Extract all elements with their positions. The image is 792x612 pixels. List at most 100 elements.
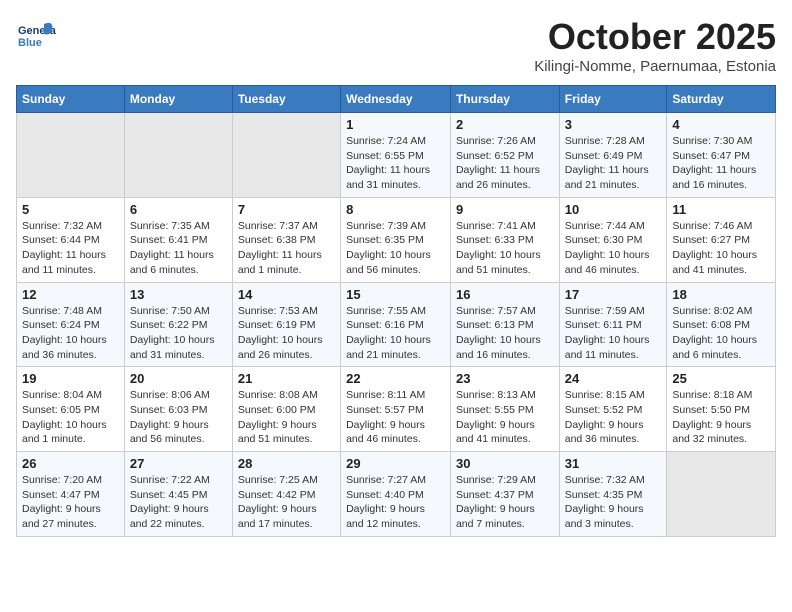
calendar-cell [667, 452, 776, 537]
day-info: Sunrise: 7:26 AM Sunset: 6:52 PM Dayligh… [456, 134, 554, 193]
weekday-header-sunday: Sunday [17, 86, 125, 113]
location-subtitle: Kilingi-Nomme, Paernumaa, Estonia [534, 58, 776, 75]
day-number: 30 [456, 456, 554, 471]
day-info: Sunrise: 8:04 AM Sunset: 6:05 PM Dayligh… [22, 388, 119, 447]
calendar-cell: 8 Sunrise: 7:39 AM Sunset: 6:35 PM Daylig… [341, 197, 451, 282]
day-info: Sunrise: 8:02 AM Sunset: 6:08 PM Dayligh… [672, 304, 770, 363]
day-info: Sunrise: 8:08 AM Sunset: 6:00 PM Dayligh… [238, 388, 335, 447]
weekday-header-wednesday: Wednesday [341, 86, 451, 113]
calendar-cell: 15 Sunrise: 7:55 AM Sunset: 6:16 PM Dayli… [341, 282, 451, 367]
calendar-cell [124, 113, 232, 198]
calendar-cell: 4 Sunrise: 7:30 AM Sunset: 6:47 PM Daylig… [667, 113, 776, 198]
day-number: 22 [346, 371, 445, 386]
calendar-cell: 7 Sunrise: 7:37 AM Sunset: 6:38 PM Daylig… [232, 197, 340, 282]
calendar-cell: 25 Sunrise: 8:18 AM Sunset: 5:50 PM Dayli… [667, 367, 776, 452]
day-number: 18 [672, 287, 770, 302]
day-info: Sunrise: 7:27 AM Sunset: 4:40 PM Dayligh… [346, 473, 445, 532]
day-info: Sunrise: 8:11 AM Sunset: 5:57 PM Dayligh… [346, 388, 445, 447]
title-area: October 2025 Kilingi-Nomme, Paernumaa, E… [534, 16, 776, 75]
weekday-header-saturday: Saturday [667, 86, 776, 113]
day-info: Sunrise: 8:18 AM Sunset: 5:50 PM Dayligh… [672, 388, 770, 447]
day-info: Sunrise: 7:41 AM Sunset: 6:33 PM Dayligh… [456, 219, 554, 278]
calendar-cell: 16 Sunrise: 7:57 AM Sunset: 6:13 PM Dayli… [450, 282, 559, 367]
calendar-cell: 6 Sunrise: 7:35 AM Sunset: 6:41 PM Daylig… [124, 197, 232, 282]
day-info: Sunrise: 7:28 AM Sunset: 6:49 PM Dayligh… [565, 134, 662, 193]
day-number: 21 [238, 371, 335, 386]
calendar-cell: 29 Sunrise: 7:27 AM Sunset: 4:40 PM Dayli… [341, 452, 451, 537]
day-number: 31 [565, 456, 662, 471]
day-info: Sunrise: 7:53 AM Sunset: 6:19 PM Dayligh… [238, 304, 335, 363]
day-number: 19 [22, 371, 119, 386]
calendar-cell: 31 Sunrise: 7:32 AM Sunset: 4:35 PM Dayli… [559, 452, 667, 537]
calendar-cell: 24Sunrise: 8:15 AM Sunset: 5:52 PM Dayli… [559, 367, 667, 452]
day-number: 13 [130, 287, 227, 302]
day-number: 25 [672, 371, 770, 386]
day-info: Sunrise: 7:57 AM Sunset: 6:13 PM Dayligh… [456, 304, 554, 363]
day-info: Sunrise: 7:25 AM Sunset: 4:42 PM Dayligh… [238, 473, 335, 532]
calendar-cell: 26 Sunrise: 7:20 AM Sunset: 4:47 PM Dayli… [17, 452, 125, 537]
calendar-cell [17, 113, 125, 198]
day-number: 16 [456, 287, 554, 302]
day-info: Sunrise: 7:20 AM Sunset: 4:47 PM Dayligh… [22, 473, 119, 532]
day-info: Sunrise: 7:50 AM Sunset: 6:22 PM Dayligh… [130, 304, 227, 363]
day-info: Sunrise: 7:44 AM Sunset: 6:30 PM Dayligh… [565, 219, 662, 278]
day-info: Sunrise: 7:22 AM Sunset: 4:45 PM Dayligh… [130, 473, 227, 532]
day-number: 10 [565, 202, 662, 217]
calendar-cell: 13 Sunrise: 7:50 AM Sunset: 6:22 PM Dayli… [124, 282, 232, 367]
day-number: 17 [565, 287, 662, 302]
calendar-cell [232, 113, 340, 198]
day-info: Sunrise: 7:24 AM Sunset: 6:55 PM Dayligh… [346, 134, 445, 193]
day-number: 15 [346, 287, 445, 302]
day-info: Sunrise: 8:06 AM Sunset: 6:03 PM Dayligh… [130, 388, 227, 447]
day-info: Sunrise: 7:30 AM Sunset: 6:47 PM Dayligh… [672, 134, 770, 193]
day-number: 20 [130, 371, 227, 386]
day-info: Sunrise: 7:29 AM Sunset: 4:37 PM Dayligh… [456, 473, 554, 532]
day-info: Sunrise: 7:35 AM Sunset: 6:41 PM Dayligh… [130, 219, 227, 278]
day-number: 3 [565, 117, 662, 132]
day-number: 28 [238, 456, 335, 471]
day-number: 12 [22, 287, 119, 302]
calendar-cell: 1Sunrise: 7:24 AM Sunset: 6:55 PM Daylig… [341, 113, 451, 198]
calendar-cell: 2Sunrise: 7:26 AM Sunset: 6:52 PM Daylig… [450, 113, 559, 198]
day-number: 29 [346, 456, 445, 471]
day-info: Sunrise: 7:37 AM Sunset: 6:38 PM Dayligh… [238, 219, 335, 278]
day-info: Sunrise: 7:55 AM Sunset: 6:16 PM Dayligh… [346, 304, 445, 363]
weekday-header-friday: Friday [559, 86, 667, 113]
calendar-cell: 18 Sunrise: 8:02 AM Sunset: 6:08 PM Dayli… [667, 282, 776, 367]
month-title: October 2025 [534, 16, 776, 58]
calendar-cell: 14 Sunrise: 7:53 AM Sunset: 6:19 PM Dayli… [232, 282, 340, 367]
day-number: 6 [130, 202, 227, 217]
day-info: Sunrise: 7:39 AM Sunset: 6:35 PM Dayligh… [346, 219, 445, 278]
calendar-cell: 3 Sunrise: 7:28 AM Sunset: 6:49 PM Daylig… [559, 113, 667, 198]
day-number: 26 [22, 456, 119, 471]
calendar-cell: 9 Sunrise: 7:41 AM Sunset: 6:33 PM Daylig… [450, 197, 559, 282]
calendar-cell: 17Sunrise: 7:59 AM Sunset: 6:11 PM Dayli… [559, 282, 667, 367]
calendar-cell: 30 Sunrise: 7:29 AM Sunset: 4:37 PM Dayli… [450, 452, 559, 537]
day-number: 23 [456, 371, 554, 386]
calendar-cell: 23Sunrise: 8:13 AM Sunset: 5:55 PM Dayli… [450, 367, 559, 452]
calendar-cell: 27 Sunrise: 7:22 AM Sunset: 4:45 PM Dayli… [124, 452, 232, 537]
calendar-cell: 11 Sunrise: 7:46 AM Sunset: 6:27 PM Dayli… [667, 197, 776, 282]
logo-icon: General Blue [16, 16, 56, 56]
day-number: 4 [672, 117, 770, 132]
day-info: Sunrise: 7:46 AM Sunset: 6:27 PM Dayligh… [672, 219, 770, 278]
calendar-cell: 22 Sunrise: 8:11 AM Sunset: 5:57 PM Dayli… [341, 367, 451, 452]
weekday-header-thursday: Thursday [450, 86, 559, 113]
day-info: Sunrise: 7:32 AM Sunset: 6:44 PM Dayligh… [22, 219, 119, 278]
day-number: 27 [130, 456, 227, 471]
svg-text:Blue: Blue [18, 37, 42, 49]
day-number: 7 [238, 202, 335, 217]
day-number: 24 [565, 371, 662, 386]
day-number: 5 [22, 202, 119, 217]
day-info: Sunrise: 7:32 AM Sunset: 4:35 PM Dayligh… [565, 473, 662, 532]
day-number: 9 [456, 202, 554, 217]
calendar-cell: 19 Sunrise: 8:04 AM Sunset: 6:05 PM Dayli… [17, 367, 125, 452]
calendar-cell: 10 Sunrise: 7:44 AM Sunset: 6:30 PM Dayli… [559, 197, 667, 282]
calendar-table: SundayMondayTuesdayWednesdayThursdayFrid… [16, 85, 776, 537]
calendar-cell: 28 Sunrise: 7:25 AM Sunset: 4:42 PM Dayli… [232, 452, 340, 537]
weekday-header-monday: Monday [124, 86, 232, 113]
day-number: 8 [346, 202, 445, 217]
day-number: 11 [672, 202, 770, 217]
logo: General Blue [16, 16, 60, 56]
day-number: 14 [238, 287, 335, 302]
